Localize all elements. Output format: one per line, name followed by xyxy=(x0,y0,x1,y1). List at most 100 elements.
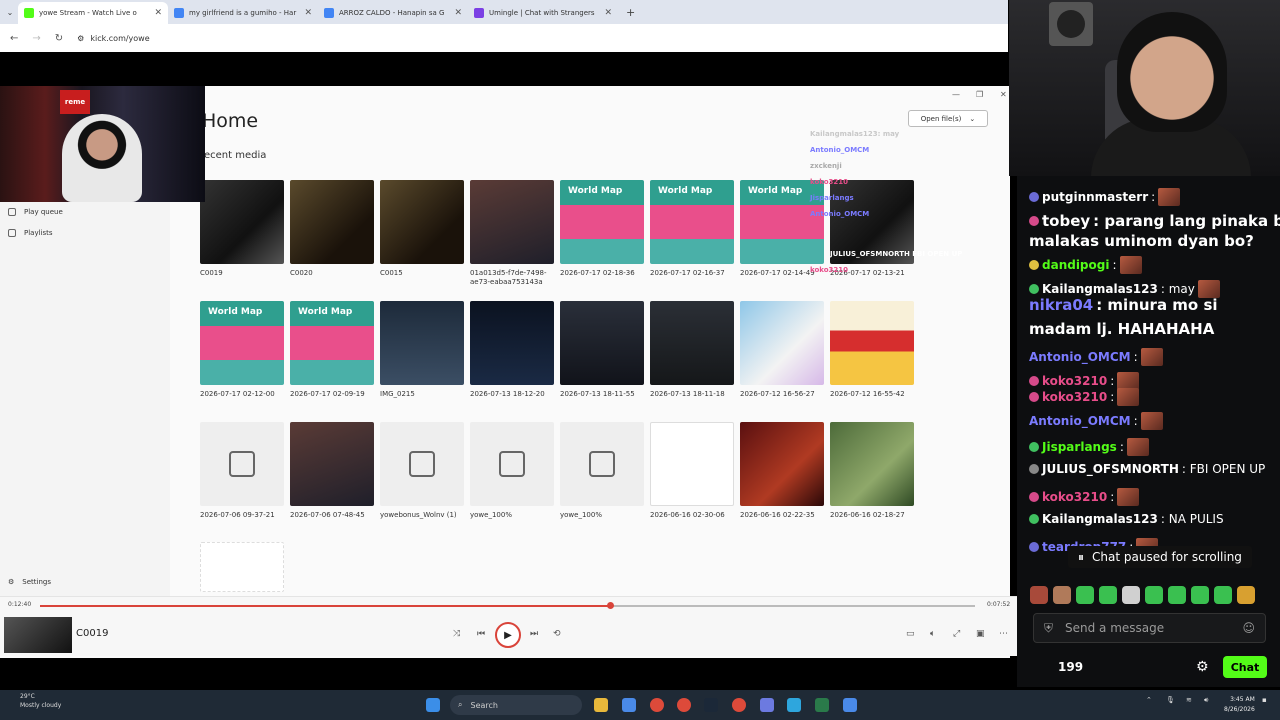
chat-message[interactable]: JULIUS_OFSMNORTH: FBI OPEN UP xyxy=(1029,462,1270,476)
media-tile[interactable]: 2026-07-06 07-48-45 xyxy=(290,422,375,520)
chat-message[interactable]: dandipogi: xyxy=(1029,256,1270,274)
media-tile[interactable]: yowe_100% xyxy=(470,422,555,520)
sidebar-item-playlists[interactable]: Playlists xyxy=(8,229,53,237)
chrome-active-icon[interactable] xyxy=(732,698,746,712)
chat-username[interactable]: Kailangmalas123 xyxy=(1042,512,1158,526)
chat-message[interactable]: Kailangmalas123: NA PULIS xyxy=(1029,512,1270,526)
wifi-icon[interactable]: ≋ xyxy=(1186,696,1192,704)
copilot-icon[interactable] xyxy=(622,698,636,712)
chat-paused-banner[interactable]: ⏸ Chat paused for scrolling xyxy=(1068,546,1252,568)
repeat-icon[interactable]: ⟲ xyxy=(553,629,561,639)
chat-message[interactable]: madam lj. HAHAHAHA xyxy=(1029,322,1270,337)
chat-username[interactable]: Antonio_OMCM xyxy=(1029,350,1131,364)
chat-username[interactable]: tobey xyxy=(1042,214,1090,229)
emote-icon[interactable] xyxy=(1214,586,1232,604)
media-tile[interactable]: yowe_100% xyxy=(560,422,645,520)
file-explorer-icon[interactable] xyxy=(594,698,608,712)
emote-icon[interactable] xyxy=(1237,586,1255,604)
chat-username[interactable]: JULIUS_OFSMNORTH xyxy=(1042,462,1179,476)
media-tile[interactable]: C0015 xyxy=(380,180,465,278)
chat-username[interactable]: dandipogi xyxy=(1042,258,1109,272)
media-tile[interactable]: 01a013d5-f7de-7498-ae73-eabaa753143a xyxy=(470,180,555,287)
media-tile[interactable]: 2026-07-12 16-55-42 xyxy=(830,301,915,399)
media-tile[interactable]: yowebonus_Wolnv (1) xyxy=(380,422,465,520)
chat-message[interactable]: nikra04: minura mo si xyxy=(1029,298,1270,313)
site-info-icon[interactable]: ⚙ xyxy=(77,34,84,43)
app-icon[interactable] xyxy=(843,698,857,712)
emote-icon[interactable] xyxy=(1099,586,1117,604)
media-tile[interactable]: 2026-07-06 09-37-21 xyxy=(200,422,285,520)
seek-bar[interactable] xyxy=(40,602,975,609)
media-tile[interactable]: 2026-06-16 02-18-27 xyxy=(830,422,915,520)
chat-message[interactable]: Antonio_OMCM: xyxy=(1029,348,1270,366)
url-field[interactable]: ⚙ kick.com/yowe xyxy=(77,34,149,43)
chat-settings-icon[interactable]: ⚙ xyxy=(1196,659,1209,675)
chat-message[interactable]: Jisparlangs: xyxy=(1029,438,1270,456)
close-tab-icon[interactable]: ✕ xyxy=(154,8,162,18)
taskbar-search[interactable]: ⌕ Search xyxy=(450,695,582,715)
clock[interactable]: 3:45 AM 8/26/2026 xyxy=(1224,695,1255,715)
emote-icon[interactable] xyxy=(1053,586,1071,604)
close-icon[interactable]: ✕ xyxy=(1000,90,1007,99)
tab-list-chevron-icon[interactable]: ⌄ xyxy=(2,8,18,17)
reload-icon[interactable]: ↻ xyxy=(55,33,63,44)
chat-username[interactable]: koko3210 xyxy=(1042,390,1107,404)
media-tile[interactable]: World Map 2026-07-17 02-12-00 xyxy=(200,301,285,399)
browser-tab[interactable]: Umingle | Chat with Strangers ✕ xyxy=(468,2,618,24)
chat-message[interactable]: koko3210: xyxy=(1029,488,1270,506)
media-tile[interactable]: 2026-06-16 02-22-35 xyxy=(740,422,825,520)
chat-message[interactable]: tobey: parang lang pinaka budha dyan xyxy=(1029,214,1280,229)
notification-icon[interactable]: ▪ xyxy=(1262,696,1267,704)
open-files-button[interactable]: Open file(s) ⌄ xyxy=(908,110,988,127)
chrome-profile-icon[interactable] xyxy=(677,698,691,712)
chat-message[interactable]: malakas uminom dyan bo? xyxy=(1029,234,1270,249)
fullscreen-icon[interactable]: ⤢ xyxy=(953,629,960,639)
next-icon[interactable]: ⏭ xyxy=(530,629,538,639)
media-tile[interactable]: 2026-07-13 18-12-20 xyxy=(470,301,555,399)
more-options-icon[interactable]: ⋯ xyxy=(999,629,1008,639)
start-icon[interactable] xyxy=(426,698,440,712)
media-tile[interactable]: IMG_0215 xyxy=(380,301,465,399)
speaker-icon[interactable]: 🔊︎ xyxy=(1204,696,1208,705)
new-tab-button[interactable]: + xyxy=(626,6,635,19)
chat-username[interactable]: Jisparlangs xyxy=(1042,440,1117,454)
play-button[interactable]: ▶ xyxy=(495,622,521,648)
emoji-icon[interactable]: ☺ xyxy=(1242,621,1255,635)
chat-username[interactable]: putginnmasterr xyxy=(1042,190,1148,204)
steam-icon[interactable] xyxy=(704,698,718,712)
chat-input[interactable]: ⛨ Send a message ☺ xyxy=(1033,613,1266,643)
chat-username[interactable]: Kailangmalas123 xyxy=(1042,282,1158,296)
chat-message[interactable]: putginnmasterr: xyxy=(1029,188,1270,206)
chevron-up-icon[interactable]: ⌃ xyxy=(1146,696,1152,704)
chat-username[interactable]: nikra04 xyxy=(1029,298,1093,313)
chat-message[interactable]: Antonio_OMCM: xyxy=(1029,412,1270,430)
now-playing-thumbnail[interactable] xyxy=(4,617,72,653)
previous-icon[interactable]: ⏮ xyxy=(477,629,485,639)
microphone-icon[interactable]: 🎙︎ xyxy=(1166,696,1175,704)
browser-tab[interactable]: my girlfriend is a gumiho - Har ✕ xyxy=(168,2,318,24)
chat-username[interactable]: Antonio_OMCM xyxy=(1029,414,1131,428)
emote-icon[interactable] xyxy=(1076,586,1094,604)
close-tab-icon[interactable]: ✕ xyxy=(304,8,312,18)
seek-handle[interactable] xyxy=(607,602,615,609)
close-tab-icon[interactable]: ✕ xyxy=(454,8,462,18)
emote-icon[interactable] xyxy=(1122,586,1140,604)
chat-send-button[interactable]: Chat xyxy=(1223,656,1267,678)
media-tile[interactable]: 2026-06-16 02-30-06 xyxy=(650,422,735,520)
emote-icon[interactable] xyxy=(1191,586,1209,604)
live-chat-panel[interactable]: putginnmasterr: tobey: parang lang pinaka… xyxy=(1017,176,1280,646)
chrome-icon[interactable] xyxy=(650,698,664,712)
cast-icon[interactable]: ▣ xyxy=(976,629,985,639)
back-icon[interactable]: ← xyxy=(10,33,18,44)
chat-username[interactable]: koko3210 xyxy=(1042,490,1107,504)
media-tile[interactable]: World Map 2026-07-17 02-16-37 xyxy=(650,180,735,278)
media-tile[interactable]: C0019 xyxy=(200,180,285,278)
media-tile[interactable]: World Map 2026-07-17 02-09-19 xyxy=(290,301,375,399)
obs-icon[interactable] xyxy=(815,698,829,712)
shuffle-icon[interactable]: ⤨ xyxy=(453,629,460,639)
sidebar-item-play-queue[interactable]: Play queue xyxy=(8,208,63,216)
close-tab-icon[interactable]: ✕ xyxy=(604,8,612,18)
browser-tab[interactable]: ARROZ CALDO - Hanapin sa G ✕ xyxy=(318,2,468,24)
emote-icon[interactable] xyxy=(1168,586,1186,604)
restore-icon[interactable]: ❐ xyxy=(976,90,983,99)
